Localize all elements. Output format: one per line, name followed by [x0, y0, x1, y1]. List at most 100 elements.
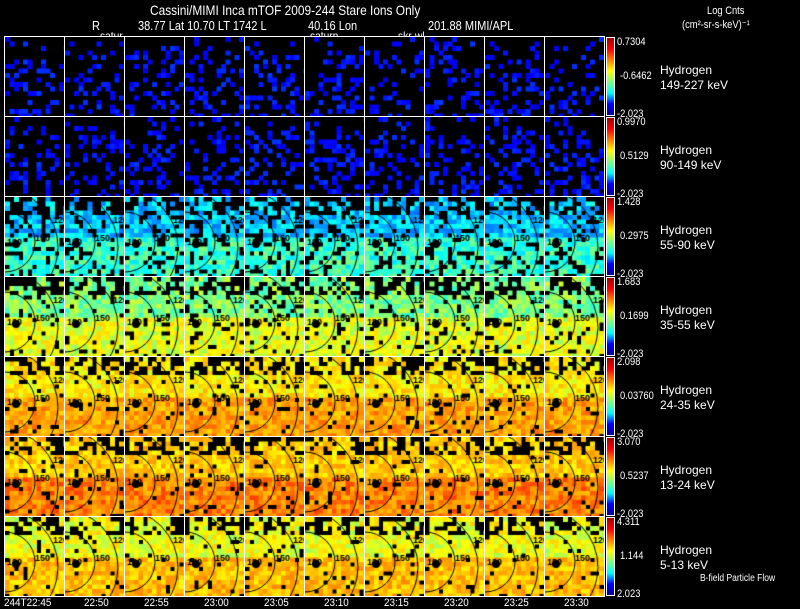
panel-image [125, 277, 184, 356]
mission-label: 201.88 MIMI/APL [428, 18, 514, 33]
panel-image [485, 437, 544, 516]
panel-image [245, 197, 304, 276]
panel-image [545, 357, 604, 436]
heatmap-panel [64, 436, 125, 517]
panel-image [65, 357, 124, 436]
energy-range: 35-55 keV [660, 318, 715, 332]
colorbar-max-label: 2.098 [617, 356, 641, 368]
heatmap-panel [304, 516, 365, 597]
panel-image [245, 517, 304, 596]
panel-image [65, 437, 124, 516]
panel-image [125, 117, 184, 196]
heatmap-panel [124, 116, 185, 197]
colorbar-mid-label: -0.6462 [620, 70, 652, 82]
panel-image [425, 437, 484, 516]
colorbar-mid-label: 0.1699 [620, 310, 649, 322]
heatmap-panel [4, 436, 65, 517]
panel-image [5, 437, 64, 516]
species-name: Hydrogen [660, 303, 713, 317]
panel-image [545, 117, 604, 196]
heatmap-panel [124, 356, 185, 437]
time-tick-label: 23:10 [324, 597, 349, 609]
panel-image [305, 197, 364, 276]
panel-image [485, 117, 544, 196]
heatmap-panel [304, 116, 365, 197]
heatmap-panel [244, 276, 305, 357]
units-line2: (cm²-sr-s-keV)⁻¹ [682, 19, 750, 31]
heatmap-panel [64, 516, 125, 597]
energy-range: 13-24 keV [660, 478, 715, 492]
colorbar-mid-label: 0.5129 [620, 150, 649, 162]
panel-image [545, 37, 604, 116]
heatmap-panel [4, 276, 65, 357]
panel-image [5, 277, 64, 356]
energy-range: 5-13 keV [660, 558, 709, 572]
time-tick-label: 23:00 [204, 597, 229, 609]
panel-image [545, 437, 604, 516]
heatmap-panel [484, 116, 545, 197]
heatmap-panel [544, 436, 605, 517]
panel-image [65, 277, 124, 356]
colorbar-max-label: 1.428 [617, 196, 641, 208]
heatmap-panel [184, 436, 245, 517]
heatmap-panel [244, 116, 305, 197]
heatmap-panel [364, 36, 425, 117]
position-readout: 38.77 Lat 10.70 LT 1742 L [138, 18, 267, 33]
heatmap-panel [184, 36, 245, 117]
heatmap-panel [364, 116, 425, 197]
heatmap-panel [304, 276, 365, 357]
panel-image [185, 197, 244, 276]
colorbar [606, 437, 615, 516]
panel-image [485, 517, 544, 596]
heatmap-panel [484, 36, 545, 117]
panel-image [5, 517, 64, 596]
r-label: R [92, 18, 100, 33]
heatmap-panel [304, 356, 365, 437]
heatmap-panel [424, 436, 485, 517]
panel-image [425, 357, 484, 436]
heatmap-panel [544, 116, 605, 197]
species-name: Hydrogen [660, 223, 713, 237]
heatmap-grid [4, 36, 605, 597]
colorbar-max-label: 0.7304 [617, 36, 646, 48]
heatmap-panel [484, 516, 545, 597]
species-label: Hydrogen 35-55 keV [660, 303, 715, 333]
heatmap-panel [244, 36, 305, 117]
energy-range: 55-90 keV [660, 238, 715, 252]
colorbar [606, 197, 615, 276]
energy-range: 149-227 keV [660, 78, 729, 92]
heatmap-panel [544, 36, 605, 117]
heatmap-panel [484, 196, 545, 277]
species-label: Hydrogen 24-35 keV [660, 383, 715, 413]
panel-image [245, 277, 304, 356]
heatmap-panel [4, 196, 65, 277]
species-name: Hydrogen [660, 543, 713, 557]
heatmap-panel [124, 36, 185, 117]
heatmap-panel [64, 276, 125, 357]
panel-image [485, 197, 544, 276]
colorbar-min-label: 2.023 [617, 588, 641, 600]
panel-image [185, 277, 244, 356]
heatmap-panel [544, 196, 605, 277]
heatmap-panel [4, 516, 65, 597]
panel-image [305, 517, 364, 596]
panel-image [5, 197, 64, 276]
colorbar-max-label: 0.9970 [617, 116, 646, 128]
time-tick-label: 244T22:45 [4, 597, 52, 609]
panel-image [305, 117, 364, 196]
heatmap-panel [424, 36, 485, 117]
species-name: Hydrogen [660, 383, 713, 397]
panel-image [365, 117, 424, 196]
colorbar [606, 517, 615, 596]
panel-image [185, 437, 244, 516]
species-label: Hydrogen 5-13 keV [660, 543, 712, 573]
panel-image [5, 117, 64, 196]
colorbar-max-label: 1.683 [617, 276, 641, 288]
heatmap-panel [244, 356, 305, 437]
colorbar [606, 117, 615, 196]
panel-image [425, 277, 484, 356]
panel-image [545, 517, 604, 596]
heatmap-panel [364, 196, 425, 277]
species-label: Hydrogen 55-90 keV [660, 223, 715, 253]
heatmap-panel [304, 436, 365, 517]
